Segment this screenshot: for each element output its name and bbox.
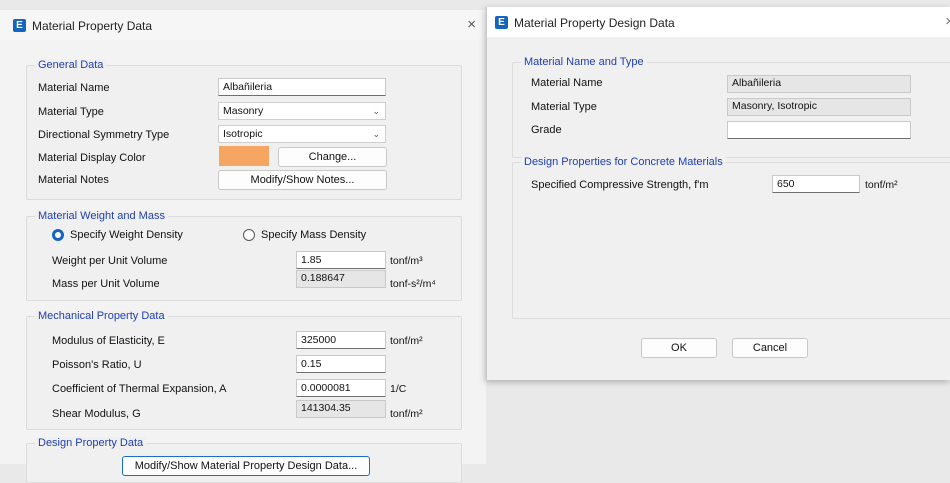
mass-per-unit-volume-readonly: 0.188647 bbox=[296, 270, 386, 288]
material-type-select[interactable]: Masonry ⌄ bbox=[218, 102, 386, 120]
weight-per-unit-volume-label: Weight per Unit Volume bbox=[52, 255, 168, 267]
ok-button[interactable]: OK bbox=[641, 338, 717, 358]
chevron-down-icon: ⌄ bbox=[372, 129, 380, 139]
grade-input[interactable] bbox=[727, 121, 911, 139]
weight-density-radio[interactable] bbox=[52, 229, 64, 241]
directional-symmetry-label: Directional Symmetry Type bbox=[38, 129, 170, 141]
material-type-label: Material Type bbox=[38, 106, 104, 118]
close-icon[interactable]: × bbox=[945, 13, 950, 30]
thermal-expansion-unit: 1/C bbox=[390, 383, 407, 395]
group-legend: Mechanical Property Data bbox=[35, 310, 168, 322]
display-color-swatch[interactable] bbox=[219, 146, 269, 166]
material-type-label: Material Type bbox=[531, 101, 597, 113]
material-type-value: Masonry bbox=[223, 105, 264, 117]
compressive-strength-label: Specified Compressive Strength, f'm bbox=[531, 179, 709, 191]
mass-per-unit-volume-label: Mass per Unit Volume bbox=[52, 278, 160, 290]
title-bar: E Material Property Design Data × bbox=[487, 7, 950, 37]
group-legend: Design Properties for Concrete Materials bbox=[521, 156, 726, 168]
shear-modulus-label: Shear Modulus, G bbox=[52, 408, 141, 420]
change-color-button[interactable]: Change... bbox=[278, 147, 387, 167]
shear-modulus-readonly: 141304.35 bbox=[296, 400, 386, 418]
chevron-down-icon: ⌄ bbox=[372, 106, 380, 116]
material-name-label: Material Name bbox=[531, 77, 603, 89]
directional-symmetry-select[interactable]: Isotropic ⌄ bbox=[218, 125, 386, 143]
material-name-readonly: Albañileria bbox=[727, 75, 911, 93]
material-property-design-data-window: E Material Property Design Data × Materi… bbox=[486, 7, 950, 380]
weight-density-radio-label: Specify Weight Density bbox=[70, 229, 183, 241]
modulus-elasticity-label: Modulus of Elasticity, E bbox=[52, 335, 165, 347]
material-property-data-window: E Material Property Data × General Data … bbox=[0, 10, 486, 483]
compressive-strength-unit: tonf/m² bbox=[865, 179, 898, 191]
modify-show-notes-button[interactable]: Modify/Show Notes... bbox=[218, 170, 387, 190]
material-type-readonly: Masonry, Isotropic bbox=[727, 98, 911, 116]
group-legend: Material Weight and Mass bbox=[35, 210, 168, 222]
poissons-ratio-label: Poisson's Ratio, U bbox=[52, 359, 142, 371]
thermal-expansion-label: Coefficient of Thermal Expansion, A bbox=[52, 383, 227, 395]
group-legend: General Data bbox=[35, 59, 107, 71]
window-title: Material Property Design Data bbox=[514, 16, 675, 30]
directional-symmetry-value: Isotropic bbox=[223, 128, 263, 140]
material-name-input[interactable]: Albañileria bbox=[218, 78, 386, 96]
group-legend: Material Name and Type bbox=[521, 56, 647, 68]
material-name-label: Material Name bbox=[38, 82, 110, 94]
poissons-ratio-input[interactable]: 0.15 bbox=[296, 355, 386, 373]
modulus-unit: tonf/m² bbox=[390, 335, 423, 347]
app-logo-icon: E bbox=[495, 16, 508, 29]
window-title: Material Property Data bbox=[32, 19, 153, 33]
mass-density-radio-label: Specify Mass Density bbox=[261, 229, 367, 241]
material-notes-label: Material Notes bbox=[38, 174, 109, 186]
compressive-strength-input[interactable]: 650 bbox=[772, 175, 860, 193]
group-legend: Design Property Data bbox=[35, 437, 147, 449]
app-logo-icon: E bbox=[13, 19, 26, 32]
cancel-button[interactable]: Cancel bbox=[732, 338, 808, 358]
thermal-expansion-input[interactable]: 0.0000081 bbox=[296, 379, 386, 397]
modify-show-design-data-button[interactable]: Modify/Show Material Property Design Dat… bbox=[122, 456, 370, 476]
grade-label: Grade bbox=[531, 124, 562, 136]
display-color-label: Material Display Color bbox=[38, 152, 146, 164]
weight-unit: tonf/m³ bbox=[390, 255, 423, 267]
title-bar: E Material Property Data × bbox=[0, 10, 486, 40]
modulus-elasticity-input[interactable]: 325000 bbox=[296, 331, 386, 349]
shear-modulus-unit: tonf/m² bbox=[390, 408, 423, 420]
close-icon[interactable]: × bbox=[467, 16, 476, 33]
mass-unit: tonf-s²/m⁴ bbox=[390, 278, 436, 290]
weight-per-unit-volume-input[interactable]: 1.85 bbox=[296, 251, 386, 269]
mass-density-radio[interactable] bbox=[243, 229, 255, 241]
